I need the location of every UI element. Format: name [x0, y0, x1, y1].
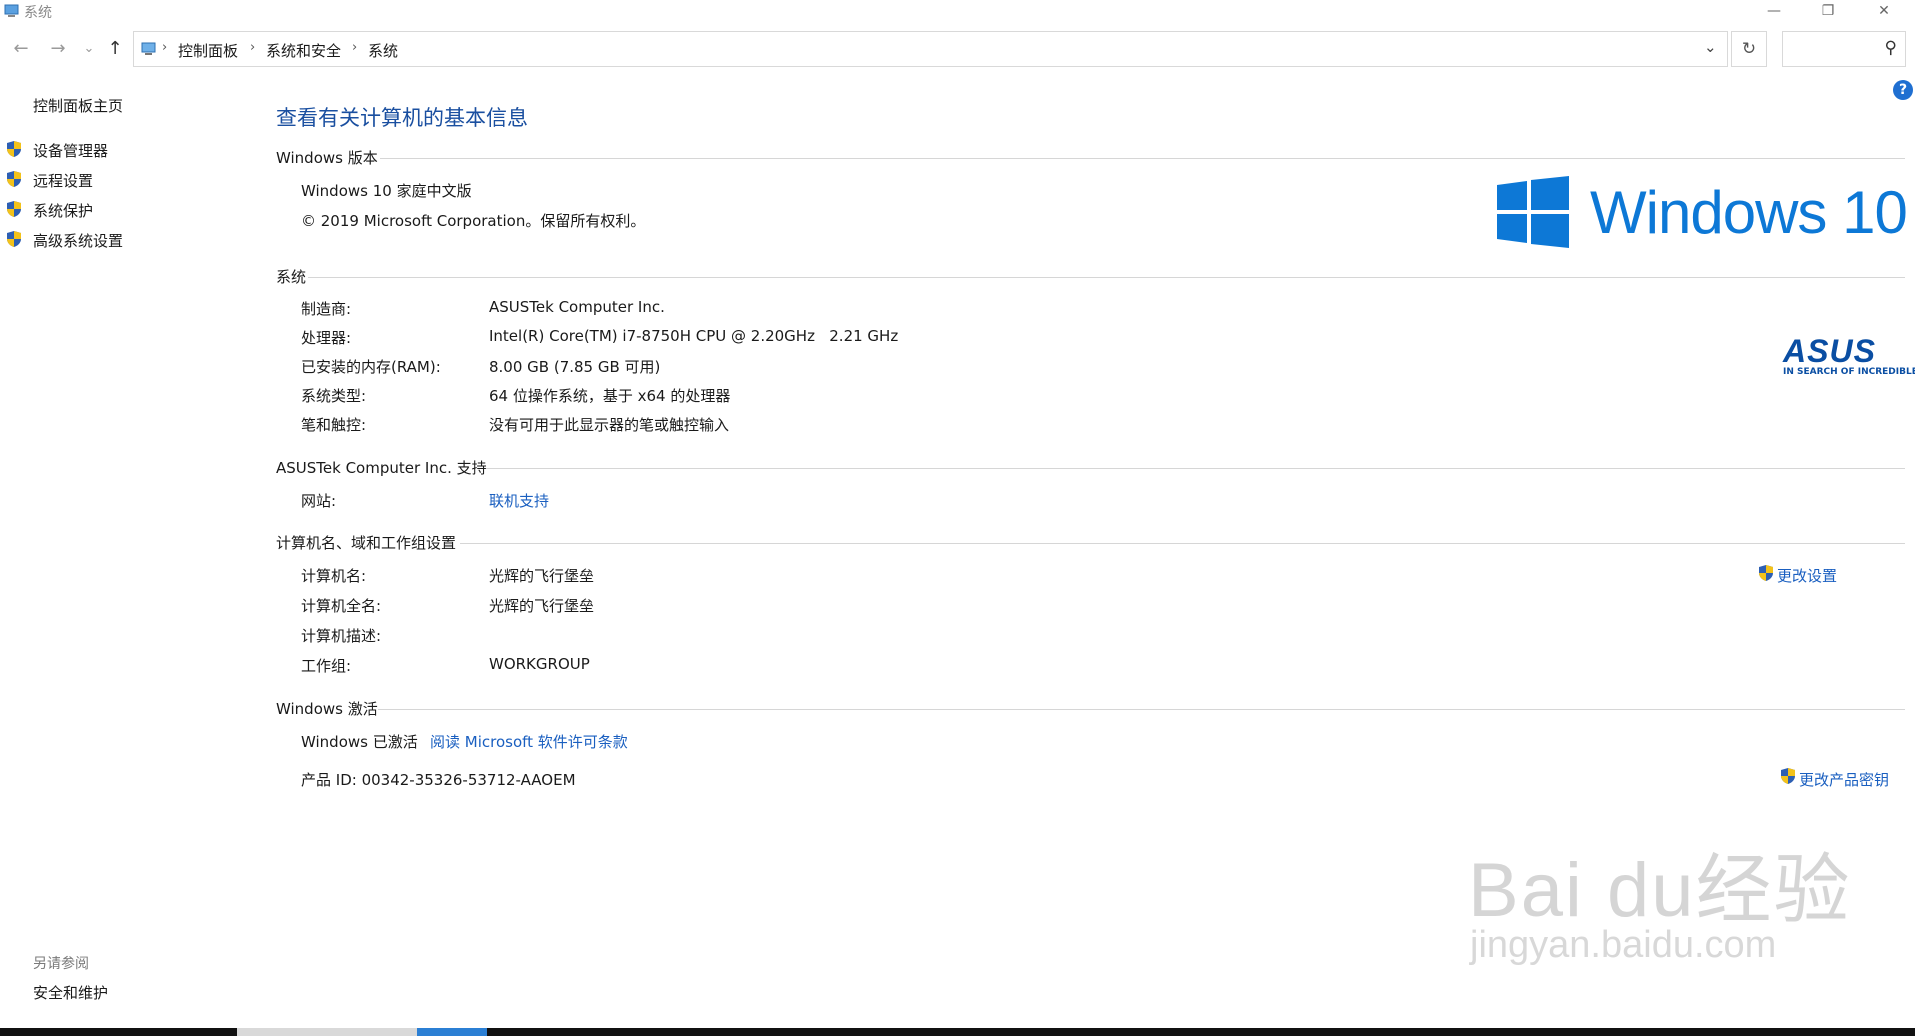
breadcrumb-separator: › — [162, 40, 168, 55]
section-divider — [460, 543, 1905, 544]
processor-value: Intel(R) Core(TM) i7-8750H CPU @ 2.20GHz… — [489, 327, 899, 345]
product-id: 产品 ID: 00342-35326-53712-AAOEM — [301, 771, 576, 789]
baidu-watermark: Bai du经验 jingyan.baidu.com — [1468, 828, 1852, 966]
ram-label: 已安装的内存(RAM): — [301, 358, 441, 376]
title-bar: 系统 — ❐ ✕ — [0, 0, 1915, 24]
change-settings-link[interactable]: 更改设置 — [1777, 565, 1837, 586]
address-dropdown-chevron-icon[interactable]: ⌄ — [1704, 38, 1717, 56]
asus-brand: ASUS — [1783, 333, 1876, 369]
page-title: 查看有关计算机的基本信息 — [276, 106, 528, 130]
windows-edition-name: Windows 10 家庭中文版 — [301, 182, 472, 200]
ram-value: 8.00 GB (7.85 GB 可用) — [489, 358, 661, 376]
back-arrow-icon[interactable]: ← — [10, 38, 32, 59]
see-also-heading: 另请参阅 — [33, 956, 89, 972]
pen-touch-value: 没有可用于此显示器的笔或触控输入 — [489, 416, 730, 434]
section-divider — [378, 709, 1905, 710]
workgroup-label: 工作组: — [301, 657, 352, 675]
copyright-text: © 2019 Microsoft Corporation。保留所有权利。 — [301, 212, 646, 230]
uac-shield-icon — [7, 231, 21, 247]
computer-description-label: 计算机描述: — [301, 627, 382, 645]
control-panel-home-link[interactable]: 控制面板主页 — [33, 95, 123, 116]
system-type-label: 系统类型: — [301, 387, 367, 405]
pen-touch-label: 笔和触控: — [301, 416, 367, 434]
activation-section-title: Windows 激活 — [276, 700, 378, 718]
minimize-button[interactable]: — — [1746, 0, 1802, 24]
watermark-url: jingyan.baidu.com — [1470, 924, 1777, 966]
section-divider — [486, 468, 1905, 469]
watermark-brand: Bai du经验 — [1468, 848, 1852, 933]
activation-status: Windows 已激活 — [301, 733, 418, 751]
advanced-system-settings-link[interactable]: 高级系统设置 — [33, 230, 123, 251]
window-title: 系统 — [24, 5, 52, 21]
search-icon: ⚲ — [1884, 38, 1897, 58]
system-type-value: 64 位操作系统，基于 x64 的处理器 — [489, 387, 731, 405]
system-app-icon — [4, 4, 19, 17]
breadcrumb-separator[interactable]: › — [250, 40, 255, 55]
device-manager-link[interactable]: 设备管理器 — [33, 140, 108, 161]
security-maintenance-link[interactable]: 安全和维护 — [33, 982, 108, 1003]
uac-shield-icon — [7, 141, 21, 157]
windows-edition-section-title: Windows 版本 — [276, 149, 378, 167]
remote-settings-link[interactable]: 远程设置 — [33, 170, 93, 191]
section-divider — [308, 277, 1905, 278]
full-computer-name-label: 计算机全名: — [301, 597, 382, 615]
workgroup-value: WORKGROUP — [489, 655, 590, 673]
help-icon[interactable]: ? — [1893, 80, 1913, 100]
computer-name-label: 计算机名: — [301, 567, 367, 585]
refresh-button[interactable]: ↻ — [1731, 31, 1767, 67]
up-arrow-icon[interactable]: ↑ — [104, 38, 126, 59]
windows-logo-icon — [1497, 176, 1569, 248]
taskbar-active-item[interactable] — [237, 1028, 417, 1036]
uac-shield-icon — [7, 201, 21, 217]
forward-arrow-icon[interactable]: → — [47, 38, 69, 59]
uac-shield-icon — [7, 171, 21, 187]
restore-button[interactable]: ❐ — [1800, 0, 1856, 24]
windows-10-logo-text: Windows 10 — [1590, 179, 1908, 246]
address-bar[interactable]: › 控制面板 › 系统和安全 › 系统 ⌄ — [133, 31, 1728, 67]
control-panel-icon — [141, 42, 156, 55]
breadcrumb-system-security[interactable]: 系统和安全 — [266, 40, 341, 61]
system-section-title: 系统 — [276, 268, 307, 286]
breadcrumb-control-panel[interactable]: 控制面板 — [178, 40, 238, 61]
breadcrumb-separator[interactable]: › — [352, 40, 357, 55]
breadcrumb-system[interactable]: 系统 — [368, 40, 398, 61]
manufacturer-value: ASUSTek Computer Inc. — [489, 298, 665, 316]
uac-shield-icon — [1759, 565, 1773, 581]
uac-shield-icon — [1781, 768, 1795, 784]
processor-label: 处理器: — [301, 329, 352, 347]
website-label: 网站: — [301, 492, 337, 510]
change-product-key-link[interactable]: 更改产品密钥 — [1799, 769, 1889, 790]
system-protection-link[interactable]: 系统保护 — [33, 200, 93, 221]
asus-tagline: IN SEARCH OF INCREDIBLE — [1783, 367, 1915, 377]
search-input[interactable]: ⚲ — [1782, 31, 1906, 67]
computer-name-section-title: 计算机名、域和工作组设置 — [276, 534, 457, 552]
close-button[interactable]: ✕ — [1856, 0, 1912, 24]
online-support-link[interactable]: 联机支持 — [489, 490, 549, 511]
support-section-title: ASUSTek Computer Inc. 支持 — [276, 459, 487, 477]
recent-locations-chevron-icon[interactable]: ⌄ — [78, 41, 100, 56]
asus-logo: ASUS IN SEARCH OF INCREDIBLE — [1783, 333, 1915, 378]
taskbar-highlight[interactable] — [417, 1028, 487, 1036]
manufacturer-label: 制造商: — [301, 300, 352, 318]
section-divider — [380, 158, 1905, 159]
license-terms-link[interactable]: 阅读 Microsoft 软件许可条款 — [430, 731, 628, 752]
computer-name-value: 光辉的飞行堡垒 — [489, 567, 595, 585]
full-computer-name-value: 光辉的飞行堡垒 — [489, 597, 595, 615]
